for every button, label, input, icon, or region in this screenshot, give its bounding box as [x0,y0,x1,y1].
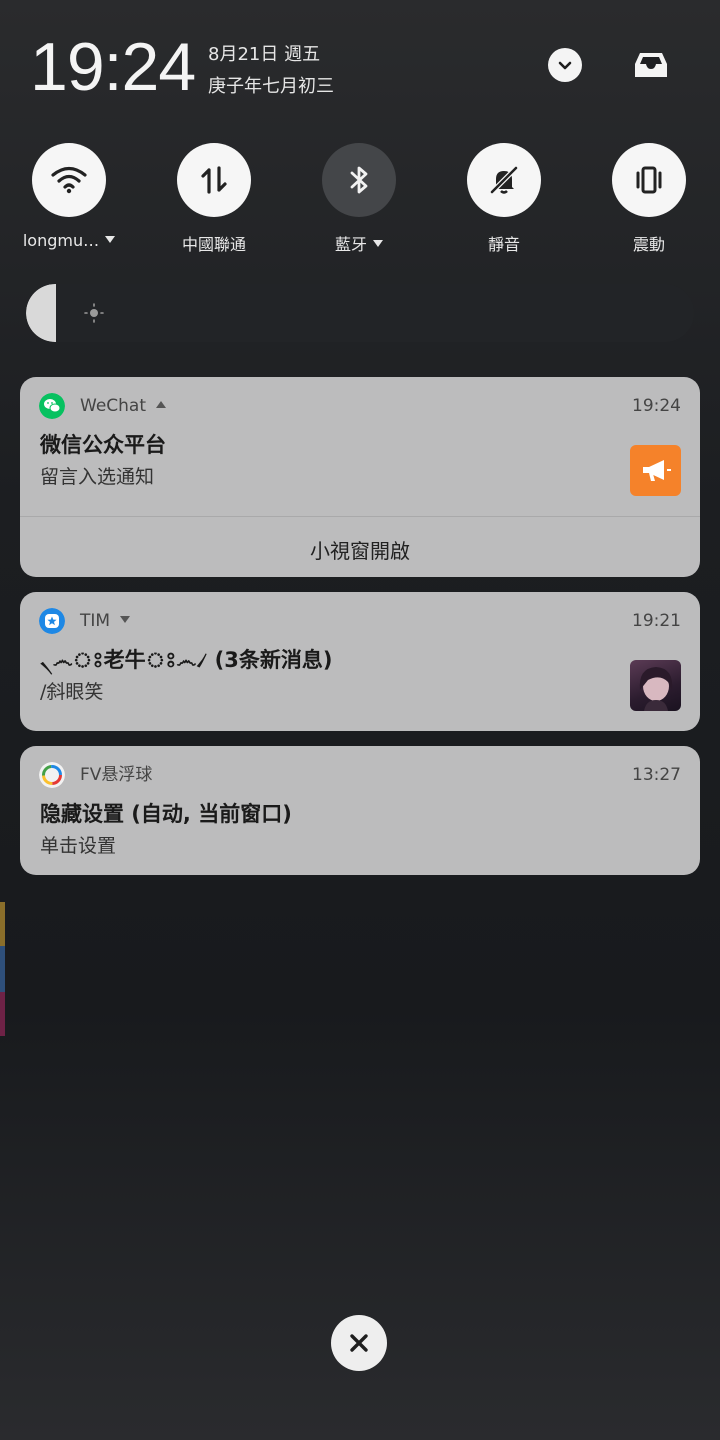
wechat-icon [39,393,65,419]
notification-thumbnail [630,445,681,496]
qs-silent-toggle[interactable] [467,143,541,217]
notification-time: 19:24 [632,396,681,416]
clear-all-button[interactable] [331,1315,387,1371]
qs-vibrate-toggle[interactable] [612,143,686,217]
date-gregorian: 8月21日 週五 [208,44,321,65]
notification-body: 单击设置 [40,835,117,857]
notification-title: 隐藏设置 (自动, 当前窗口) [40,802,292,826]
brightness-slider-fill[interactable] [26,284,57,342]
expand-arrow-icon[interactable] [120,616,131,623]
notification-inbox-button[interactable] [632,48,670,82]
qs-wifi-label[interactable]: longmu… [2,231,136,250]
collapse-arrow-icon[interactable] [156,401,166,408]
qs-bluetooth-toggle[interactable] [322,143,396,217]
qs-vibrate[interactable]: 震動 [612,143,686,254]
dropdown-arrow-icon [373,240,383,247]
vibrate-icon [636,166,662,194]
qs-silent-label: 靜音 [487,235,520,254]
expand-button[interactable] [548,48,582,82]
notification-body: /斜眼笑 [40,681,104,703]
qs-mobile-data[interactable]: 中國聯通 [177,143,251,254]
fv-ring-icon [39,762,65,788]
qs-silent[interactable]: 靜音 [467,143,541,254]
tim-star-icon [39,608,65,634]
notification-time: 13:27 [632,765,681,785]
edge-handle-bottom[interactable] [0,992,5,1036]
close-icon [350,1334,368,1352]
mobile-data-icon [201,166,227,194]
brightness-slider[interactable] [26,284,694,342]
clock-time: 19:24 [30,29,196,105]
qs-wifi-toggle[interactable] [32,143,106,217]
date-lunar: 庚子年七月初三 [208,76,334,97]
notification-title: ৲෴ঃ老牛ঃ෴৴ (3条新消息) [40,648,333,672]
qs-bluetooth-label[interactable]: 藍牙 [292,231,426,255]
avatar [630,660,681,711]
notification-body: 留言入选通知 [40,466,155,488]
edge-handle-middle[interactable] [0,946,5,992]
dropdown-arrow-icon [105,236,116,243]
notification-divider [20,516,700,517]
chevron-down-icon [558,61,572,70]
bell-muted-icon [490,166,518,194]
notification-time: 19:21 [632,611,681,631]
edge-handle-top[interactable] [0,902,5,946]
qs-bluetooth[interactable]: 藍牙 [322,143,396,254]
open-mini-window-button[interactable]: 小視窗開啟 [20,535,700,564]
qs-wifi[interactable]: longmu… [23,143,116,250]
notification-app-name: TIM [80,608,131,634]
inbox-tray-icon [635,53,667,77]
megaphone-icon [642,459,671,481]
bluetooth-icon [350,166,368,194]
wifi-icon [51,166,87,194]
notification-tim[interactable]: TIM 19:21 ৲෴ঃ老牛ঃ෴৴ (3条新消息) /斜眼笑 [20,592,700,731]
notification-wechat[interactable]: WeChat 19:24 微信公众平台 留言入选通知 小視窗開啟 [20,377,700,577]
qs-mobile-data-label: 中國聯通 [181,235,246,254]
notification-title: 微信公众平台 [40,433,166,457]
notification-app-name: FV悬浮球 [80,765,153,785]
notification-fv-float-ball[interactable]: FV悬浮球 13:27 隐藏设置 (自动, 当前窗口) 单击设置 [20,746,700,875]
qs-vibrate-label: 震動 [632,235,665,254]
notification-app-name: WeChat [80,393,166,419]
sun-icon [84,303,104,323]
qs-mobile-data-toggle[interactable] [177,143,251,217]
